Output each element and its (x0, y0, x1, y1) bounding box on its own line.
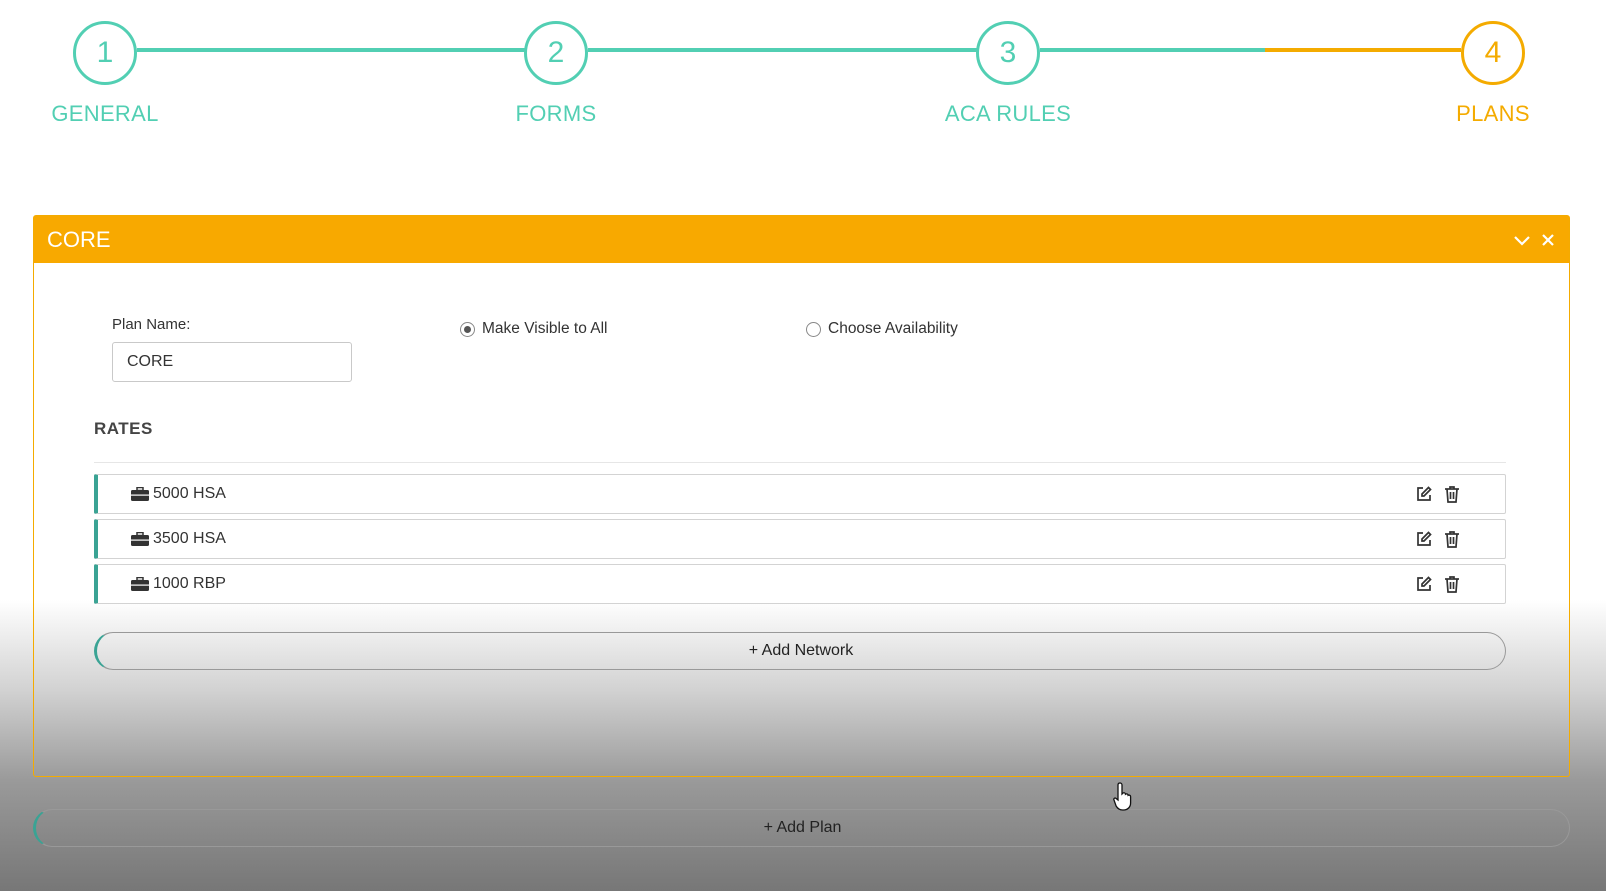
choose-availability-radio[interactable]: Choose Availability (806, 320, 958, 338)
plan-panel: CORE Plan Name: Make Visible to All Choo… (33, 215, 1570, 777)
step-connector (137, 48, 526, 52)
step-number: 4 (1461, 21, 1525, 85)
edit-icon[interactable] (1413, 528, 1435, 550)
progress-stepper: 1 GENERAL 2 FORMS 3 ACA RULES 4 PLANS (0, 0, 1606, 140)
briefcase-icon (131, 577, 149, 591)
step-label: ACA RULES (944, 101, 1072, 126)
rate-row[interactable]: 5000 HSA (94, 474, 1506, 514)
rate-name: 1000 RBP (153, 575, 226, 592)
make-visible-to-all-radio[interactable]: Make Visible to All (460, 320, 608, 338)
trash-icon[interactable] (1441, 528, 1463, 550)
rate-name: 5000 HSA (153, 485, 226, 502)
edit-icon[interactable] (1413, 573, 1435, 595)
step-number: 3 (976, 21, 1040, 85)
radio-selected-icon[interactable] (460, 321, 475, 337)
edit-icon[interactable] (1413, 483, 1435, 505)
step-label: PLANS (1456, 101, 1530, 126)
rate-row[interactable]: 3500 HSA (94, 519, 1506, 559)
step-number: 2 (524, 21, 588, 85)
radio-unselected-icon[interactable] (806, 321, 821, 337)
plan-panel-title: CORE (47, 226, 111, 252)
step-connector (1040, 48, 1265, 52)
rates-divider (94, 462, 1506, 463)
briefcase-icon (131, 487, 149, 501)
plan-panel-header: CORE (34, 216, 1569, 263)
step-label: GENERAL (51, 101, 159, 126)
add-plan-button[interactable]: + Add Plan (33, 809, 1570, 847)
close-icon[interactable] (1537, 229, 1559, 251)
trash-icon[interactable] (1441, 483, 1463, 505)
step-connector (588, 48, 978, 52)
rate-row[interactable]: 1000 RBP (94, 564, 1506, 604)
trash-icon[interactable] (1441, 573, 1463, 595)
step-connector (1265, 48, 1461, 52)
step-label: FORMS (515, 101, 597, 126)
step-number: 1 (73, 21, 137, 85)
add-network-button[interactable]: + Add Network (94, 632, 1506, 670)
plan-name-input[interactable] (112, 342, 352, 382)
radio-label: Make Visible to All (482, 320, 608, 337)
briefcase-icon (131, 532, 149, 546)
hand-cursor-icon (1113, 781, 1135, 811)
chevron-down-icon[interactable] (1511, 229, 1533, 251)
rates-heading: RATES (94, 419, 153, 438)
rate-name: 3500 HSA (153, 530, 226, 547)
radio-label: Choose Availability (828, 320, 958, 337)
plan-name-label: Plan Name: (112, 316, 191, 333)
